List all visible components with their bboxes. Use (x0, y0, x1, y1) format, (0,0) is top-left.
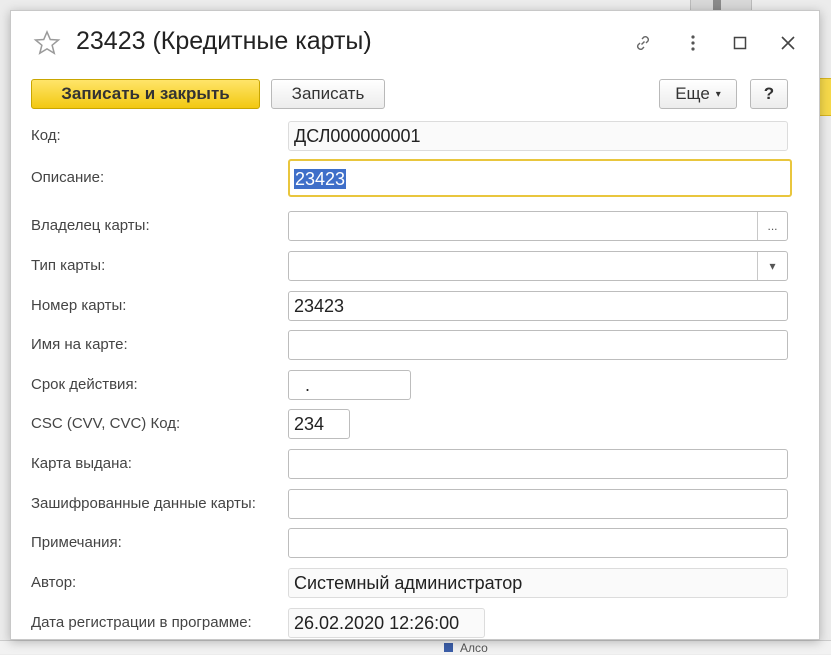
row-author: Автор: Системный администратор (11, 568, 819, 600)
expiry-label: Срок действия: (31, 376, 138, 393)
name-on-card-input[interactable] (288, 330, 788, 360)
owner-select-button[interactable]: ... (757, 212, 787, 240)
save-and-close-button[interactable]: Записать и закрыть (31, 79, 260, 109)
row-code: Код: ДСЛ000000001 (11, 121, 819, 153)
row-notes: Примечания: (11, 528, 819, 560)
dropdown-caret-icon[interactable]: ▾ (757, 252, 787, 280)
maximize-icon[interactable] (728, 31, 752, 55)
row-description: Описание: 23423 (11, 159, 819, 197)
description-label: Описание: (31, 169, 105, 186)
row-name-on-card: Имя на карте: (11, 330, 819, 362)
expiry-date-input[interactable]: . (288, 370, 411, 400)
link-icon[interactable] (631, 31, 655, 55)
csc-label: CSC (CVV, CVC) Код: (31, 415, 181, 432)
issued-by-input[interactable] (288, 449, 788, 479)
row-encrypted: Зашифрованные данные карты: (11, 489, 819, 521)
help-button[interactable]: ? (750, 79, 788, 109)
encrypted-label: Зашифрованные данные карты: (31, 495, 256, 512)
csc-input[interactable]: 234 (288, 409, 350, 439)
more-menu-label: Еще (675, 84, 710, 103)
card-type-label: Тип карты: (31, 257, 106, 274)
name-on-card-label: Имя на карте: (31, 336, 128, 353)
toolbar: Записать и закрыть Записать Еще ▾ ? (11, 79, 819, 113)
chevron-down-icon: ▾ (715, 88, 721, 100)
row-card-number: Номер карты: 23423 (11, 291, 819, 323)
notes-input[interactable] (288, 528, 788, 558)
more-vert-icon[interactable] (681, 31, 705, 55)
row-csc: CSC (CVV, CVC) Код: 234 (11, 409, 819, 441)
code-field: ДСЛ000000001 (288, 121, 788, 151)
row-reg-date: Дата регистрации в программе: 26.02.2020… (11, 608, 819, 640)
author-label: Автор: (31, 574, 77, 591)
code-label: Код: (31, 127, 61, 144)
row-card-type: Тип карты: ▾ (11, 251, 819, 283)
card-type-select[interactable]: ▾ (288, 251, 788, 281)
notes-label: Примечания: (31, 534, 122, 551)
star-icon[interactable] (33, 29, 61, 57)
owner-input[interactable]: ... (288, 211, 788, 241)
background-list-icon (444, 643, 453, 652)
row-expiry: Срок действия: . (11, 370, 819, 402)
row-owner: Владелец карты: ... (11, 211, 819, 243)
more-menu-button[interactable]: Еще ▾ (659, 79, 737, 109)
description-input[interactable]: 23423 (288, 159, 792, 197)
card-number-input[interactable]: 23423 (288, 291, 788, 321)
dialog-window: 23423 (Кредитные карты) Записать и закры… (10, 10, 820, 640)
row-issued-by: Карта выдана: (11, 449, 819, 481)
title-bar: 23423 (Кредитные карты) (11, 11, 819, 73)
save-button[interactable]: Записать (271, 79, 385, 109)
window-title: 23423 (Кредитные карты) (76, 27, 372, 55)
encrypted-input[interactable] (288, 489, 788, 519)
close-icon[interactable] (776, 31, 800, 55)
description-selected-text: 23423 (294, 169, 347, 189)
reg-date-field: 26.02.2020 12:26:00 (288, 608, 485, 638)
author-field: Системный администратор (288, 568, 788, 598)
issued-by-label: Карта выдана: (31, 455, 132, 472)
background-list-fragment: Алсо (0, 640, 831, 655)
reg-date-label: Дата регистрации в программе: (31, 614, 252, 631)
card-number-label: Номер карты: (31, 297, 127, 314)
owner-label: Владелец карты: (31, 217, 150, 234)
